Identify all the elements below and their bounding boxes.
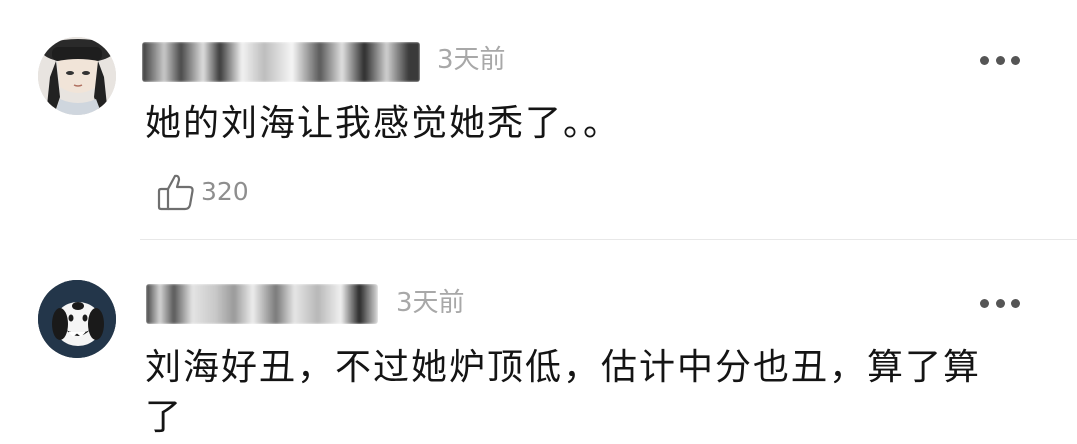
avatar-anime-man-with-hat-icon — [38, 37, 116, 115]
more-options-button[interactable] — [980, 297, 1020, 309]
comment-text-line-1: 刘海好丑，不过她炉顶低，估计中分也丑，算了算 — [145, 347, 982, 388]
user-avatar[interactable] — [38, 280, 116, 358]
more-dot — [1011, 55, 1020, 65]
comment-item: 3天前 她的刘海让我感觉她秃了。。 320 — [0, 0, 1077, 239]
comment-item: 3天前 刘海好丑，不过她炉顶低，估计中分也丑，算了算 了 — [0, 240, 1077, 443]
comment-text: 她的刘海让我感觉她秃了。。 — [145, 103, 622, 144]
comment-time: 3天前 — [437, 45, 506, 75]
comment-text-line-2: 了 — [145, 397, 184, 438]
avatar-snoopy-dog-icon — [38, 280, 116, 358]
comment-time: 3天前 — [396, 288, 465, 318]
more-dot — [995, 298, 1005, 308]
more-dot — [980, 55, 989, 65]
like-button[interactable]: 320 — [157, 172, 249, 212]
like-count: 320 — [201, 177, 249, 206]
more-dot — [980, 298, 989, 308]
more-options-button[interactable] — [980, 54, 1020, 66]
more-dot — [995, 55, 1005, 65]
username-redacted[interactable] — [146, 284, 378, 324]
username-redacted[interactable] — [142, 42, 420, 82]
user-avatar[interactable] — [38, 37, 116, 115]
more-dot — [1011, 298, 1020, 308]
thumbs-up-icon — [157, 174, 194, 211]
